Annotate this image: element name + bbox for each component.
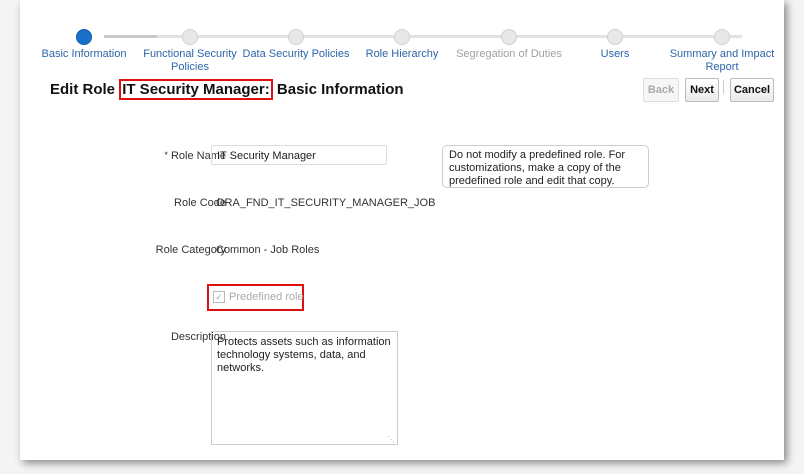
page-title: Edit Role IT Security Manager: Basic Inf… (50, 79, 404, 100)
description-label: Description (170, 331, 226, 343)
train-step[interactable]: Functional Security Policies (135, 48, 245, 74)
predefined-role-highlight: ✓ Predefined role (207, 284, 304, 311)
train-stop-icon (501, 29, 517, 45)
train-stop-icon[interactable] (394, 29, 410, 45)
resize-handle-icon[interactable]: ⋱ (387, 435, 395, 444)
train-track (104, 35, 742, 38)
page: Basic Information Functional Security Pol… (20, 0, 784, 460)
next-button[interactable]: Next (685, 78, 719, 102)
role-category-label: Role Category (155, 244, 226, 256)
predefined-role-checkbox[interactable]: ✓ (213, 291, 225, 303)
back-button[interactable]: Back (643, 78, 679, 102)
train-step[interactable]: Summary and Impact Report (667, 48, 777, 74)
train-stop-icon[interactable] (607, 29, 623, 45)
train-stop-icon[interactable] (76, 29, 92, 45)
role-name-label: * Role Name (164, 150, 226, 162)
description-textarea[interactable]: Protects assets such as information tech… (211, 331, 398, 445)
predefined-role-label: Predefined role (229, 291, 304, 303)
train-stop-icon[interactable] (182, 29, 198, 45)
role-code-value: ORA_FND_IT_SECURITY_MANAGER_JOB (216, 197, 436, 209)
train-step[interactable]: Role Hierarchy (347, 48, 457, 61)
role-category-value: Common - Job Roles (216, 244, 320, 256)
button-separator (723, 80, 724, 94)
train-progress (104, 35, 157, 38)
train-step[interactable]: Basic Information (29, 48, 139, 61)
predefined-role-note: Do not modify a predefined role. For cus… (442, 145, 649, 188)
train-step[interactable]: Users (560, 48, 670, 61)
train-step: Segregation of Duties (456, 48, 562, 60)
train-stop-icon[interactable] (288, 29, 304, 45)
highlighted-role-name: IT Security Manager: (119, 79, 273, 100)
cancel-button[interactable]: Cancel (730, 78, 774, 102)
role-name-input[interactable]: IT Security Manager (211, 145, 387, 165)
train-step[interactable]: Data Security Policies (241, 48, 351, 61)
train-stop-icon[interactable] (714, 29, 730, 45)
role-code-label: Role Code (174, 197, 226, 209)
